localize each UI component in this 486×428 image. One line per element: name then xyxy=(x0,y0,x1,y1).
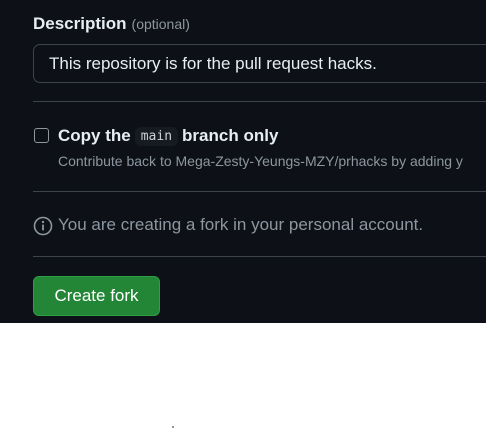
copy-branch-hint: Contribute back to Mega-Zesty-Yeungs-MZY… xyxy=(58,153,463,169)
divider xyxy=(33,101,486,102)
fork-form-panel: Description(optional) Copy themainbranch… xyxy=(0,0,486,323)
info-icon xyxy=(33,216,53,236)
copy-label-suffix: branch only xyxy=(182,126,279,145)
divider xyxy=(33,256,486,257)
personal-account-notice: You are creating a fork in your personal… xyxy=(58,215,424,234)
copy-main-branch-label[interactable]: Copy the main branch only xyxy=(58,126,278,146)
copy-label-prefix: Copy the xyxy=(58,126,131,145)
description-label: Description (optional) xyxy=(33,14,190,34)
branch-name-code: main xyxy=(134,127,179,146)
description-input[interactable] xyxy=(33,44,486,83)
copy-main-branch-checkbox[interactable] xyxy=(34,128,49,143)
description-optional-label: (optional) xyxy=(131,16,190,32)
create-fork-button[interactable]: Create fork xyxy=(33,276,160,316)
divider xyxy=(33,191,486,192)
description-label-text: Description xyxy=(33,14,127,33)
